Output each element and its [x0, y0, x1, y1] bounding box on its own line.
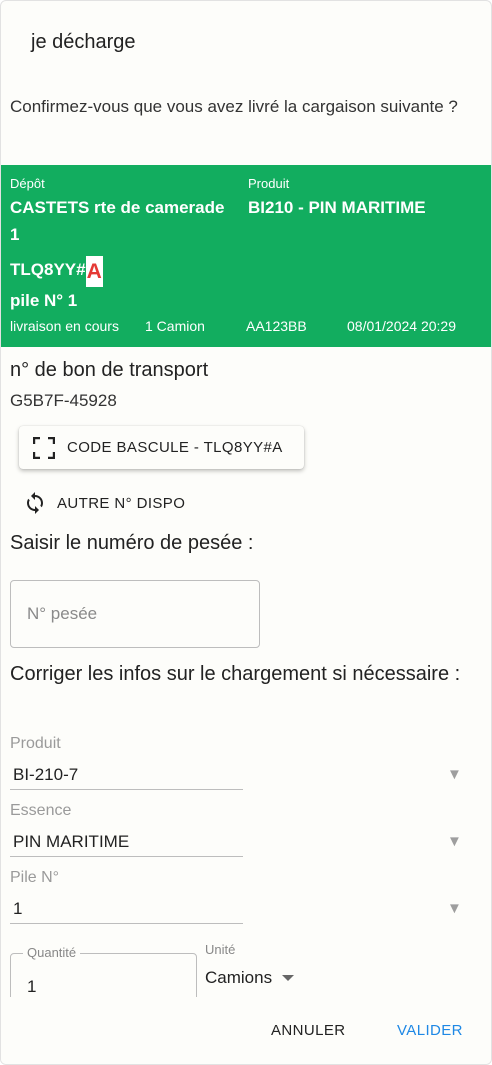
- cancel-button[interactable]: ANNULER: [271, 1022, 345, 1039]
- license-plate: AA123BB: [246, 318, 307, 334]
- unit-label: Unité: [205, 942, 236, 957]
- scan-frame-icon: [33, 436, 55, 459]
- caret-down-icon: [282, 975, 295, 981]
- pile-select[interactable]: 1: [10, 896, 243, 924]
- essence-field-label: Essence: [10, 802, 72, 819]
- essence-dropdown-icon[interactable]: ▼: [447, 833, 462, 850]
- unload-dialog: je décharge Confirmez-vous que vous avez…: [0, 0, 492, 1065]
- truck-count: 1 Camion: [145, 318, 205, 334]
- validate-button[interactable]: VALIDER: [397, 1022, 463, 1039]
- depot-value: CASTETS rte de camerade: [10, 198, 225, 217]
- produit-field-label: Produit: [10, 735, 61, 752]
- scan-code-label: CODE BASCULE - TLQ8YY#A: [67, 439, 283, 456]
- transport-code-prefix: TLQ8YY#: [10, 260, 86, 279]
- transport-heading: n° de bon de transport: [10, 359, 209, 381]
- transport-code-letter: A: [85, 256, 103, 287]
- produit-label: Produit: [248, 176, 290, 191]
- unit-value: Camions: [205, 968, 273, 987]
- pile-field-label: Pile N°: [10, 869, 60, 886]
- produit-select[interactable]: BI-210-7: [10, 762, 243, 790]
- cargo-summary-banner: Dépôt CASTETS rte de camerade 1 Produit …: [1, 165, 491, 347]
- other-dispo-label: AUTRE N° DISPO: [57, 494, 186, 512]
- confirm-message: Confirmez-vous que vous avez livré la ca…: [10, 97, 458, 116]
- other-dispo-button[interactable]: AUTRE N° DISPO: [23, 488, 185, 518]
- correction-heading: Corriger les infos sur le chargement si …: [10, 663, 461, 685]
- dialog-title: je décharge: [31, 31, 136, 53]
- delivery-datetime: 08/01/2024 20:29: [347, 318, 456, 334]
- depot-label: Dépôt: [10, 176, 45, 191]
- unit-select[interactable]: Camions: [205, 968, 295, 988]
- refresh-icon: [27, 492, 43, 514]
- produit-dropdown-icon[interactable]: ▼: [447, 766, 462, 783]
- produit-value: BI210 - PIN MARITIME: [248, 198, 426, 217]
- transport-number: G5B7F-45928: [10, 391, 117, 410]
- pesee-heading: Saisir le numéro de pesée :: [10, 532, 254, 554]
- depot-value-suffix: 1: [10, 225, 20, 244]
- quantity-value[interactable]: 1: [27, 977, 36, 997]
- scan-code-button[interactable]: CODE BASCULE - TLQ8YY#A: [19, 426, 304, 469]
- essence-select[interactable]: PIN MARITIME: [10, 829, 243, 857]
- delivery-status: livraison en cours: [10, 318, 119, 334]
- quantity-label: Quantité: [23, 945, 81, 960]
- transport-code: TLQ8YY#A: [10, 256, 103, 287]
- pile-number: pile N° 1: [10, 291, 78, 310]
- pile-dropdown-icon[interactable]: ▼: [447, 900, 462, 917]
- pesee-input[interactable]: [10, 580, 260, 648]
